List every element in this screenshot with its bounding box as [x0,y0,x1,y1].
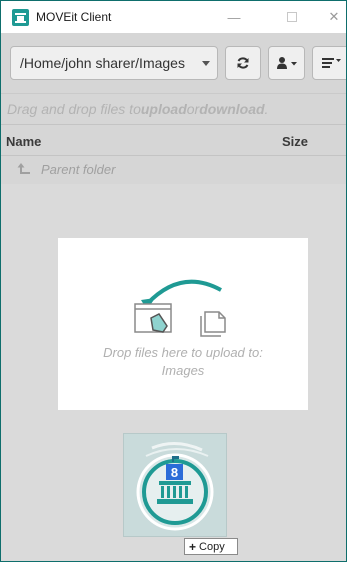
view-menu-button[interactable] [312,46,346,80]
refresh-button[interactable] [225,46,261,80]
app-window: MOVEit Client — ✕ /Home/john sharer/Imag… [0,0,347,562]
minimize-button[interactable]: — [211,1,257,33]
moveit-app-icon [12,9,29,26]
chevron-down-icon [202,61,210,66]
badge-number: 8 [171,465,178,480]
path-value: /Home/john sharer/Images [20,55,185,71]
hint-download: download [199,101,265,117]
parent-folder-label: Parent folder [41,162,116,177]
path-dropdown[interactable]: /Home/john sharer/Images [10,46,218,80]
parent-folder-row[interactable]: Parent folder [1,156,346,184]
toolbar: /Home/john sharer/Images [1,33,346,93]
drag-drop-hint: Drag and drop files to upload or downloa… [1,93,346,124]
refresh-icon [237,57,249,69]
arrow-up-icon [17,163,30,174]
copy-tooltip: + Copy [184,538,238,555]
user-menu-button[interactable] [268,46,305,80]
hint-upload: upload [140,101,187,117]
close-button[interactable]: ✕ [319,1,346,33]
column-size[interactable]: Size [282,134,308,149]
title-bar[interactable]: MOVEit Client — ✕ [1,1,346,33]
hint-middle: or [186,101,200,117]
user-icon [276,57,297,69]
copy-label: Copy [199,540,225,553]
maximize-button[interactable] [269,1,315,33]
upload-drop-zone[interactable]: Drop files here to upload to: Images [58,238,308,410]
dragged-file-thumbnail[interactable]: 8 [123,433,227,537]
courthouse-icon: 8 [136,442,214,531]
maximize-icon [287,12,297,22]
window-title: MOVEit Client [36,10,112,24]
drag-upload-illustration [134,279,226,337]
plus-icon: + [189,539,197,554]
file-list-header: Name Size [1,124,346,156]
drop-instructions: Drop files here to upload to: Images [58,344,308,380]
hint-prefix: Drag and drop files to [7,101,141,117]
column-name[interactable]: Name [6,134,41,149]
menu-icon [322,58,341,68]
drop-target-folder: Images [161,363,205,378]
hint-suffix: . [264,101,269,117]
drop-line-1: Drop files here to upload to: [103,345,263,360]
